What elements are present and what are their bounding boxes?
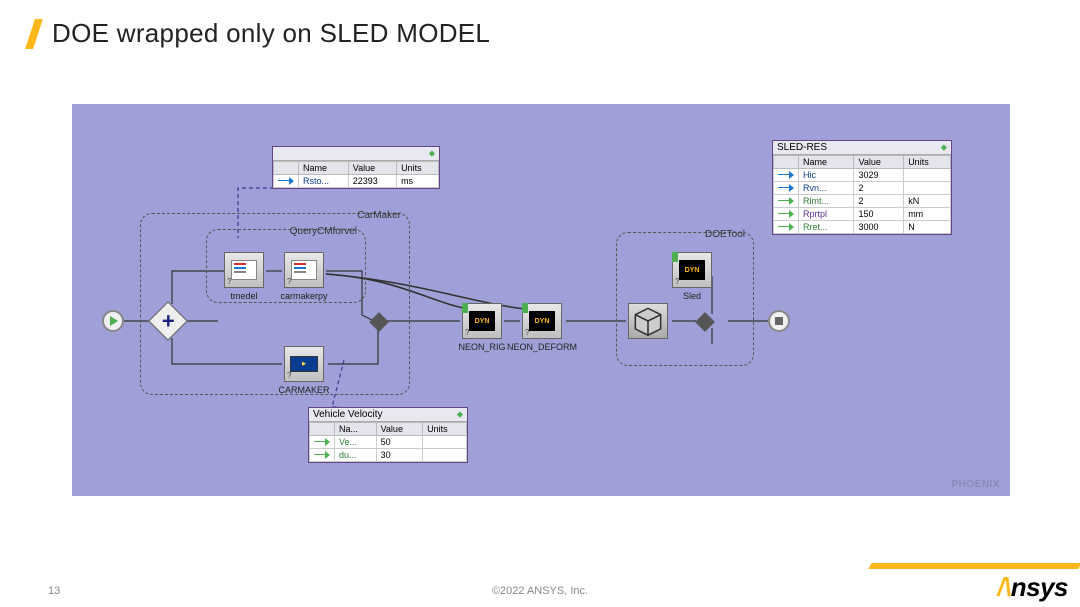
group-doe-label: DOETool xyxy=(705,229,745,240)
tooltip-sled-res[interactable]: SLED-RES ⬥ NameValueUnits Hic3029 Rvn...2… xyxy=(772,140,952,235)
title-bar: DOE wrapped only on SLED MODEL xyxy=(30,18,490,49)
title-accent-icon xyxy=(25,19,43,49)
copyright: ©2022 ANSYS, Inc. xyxy=(492,585,588,597)
node-neon-rig[interactable]: ? DYN NEON_RIG xyxy=(462,303,502,339)
node-neon-rig-label: NEON_RIG xyxy=(458,342,505,352)
node-tmedel-label: tmedel xyxy=(230,291,257,301)
node-neon-deform[interactable]: ? DYN NEON_DEFORM xyxy=(522,303,562,339)
node-neon-deform-label: NEON_DEFORM xyxy=(507,342,577,352)
footer: 13 ©2022 ANSYS, Inc. /\nsys xyxy=(0,563,1080,607)
tooltip-runtime-table: NameValueUnits Rsto...22393ms xyxy=(273,161,439,188)
node-tmedel[interactable]: ? tmedel xyxy=(224,252,264,288)
tooltip-velocity[interactable]: Vehicle Velocity ⬥ Na...ValueUnits Ve...5… xyxy=(308,407,468,463)
pin-icon[interactable]: ⬥ xyxy=(457,409,463,420)
end-node[interactable] xyxy=(768,310,790,332)
group-carmaker-label: CarMaker xyxy=(357,210,401,221)
footer-accent-icon xyxy=(868,563,1080,569)
watermark-phoenix: PHOENIX xyxy=(951,479,1000,490)
node-carmakerpy[interactable]: ? carmakerpy xyxy=(284,252,324,288)
group-query-label: QueryCMforvel xyxy=(290,226,357,237)
node-sled[interactable]: ? DYN Sled xyxy=(672,252,712,288)
tooltip-runtime[interactable]: ⬥ NameValueUnits Rsto...22393ms xyxy=(272,146,440,189)
slide-title: DOE wrapped only on SLED MODEL xyxy=(52,18,490,49)
ansys-logo: /\nsys xyxy=(997,572,1068,603)
tooltip-velocity-title: Vehicle Velocity xyxy=(313,409,383,420)
pin-icon[interactable]: ⬥ xyxy=(941,142,947,153)
tooltip-velocity-table: Na...ValueUnits Ve...50 du...30 xyxy=(309,422,467,462)
tooltip-sled-title: SLED-RES xyxy=(777,142,827,153)
node-sled-label: Sled xyxy=(683,291,701,301)
node-carmaker[interactable]: ?▶ CARMAKER xyxy=(284,346,324,382)
tooltip-sled-table: NameValueUnits Hic3029 Rvn...2 Rlmt...2k… xyxy=(773,155,951,234)
pin-icon[interactable]: ⬥ xyxy=(429,148,435,159)
start-node[interactable] xyxy=(102,310,124,332)
node-carmaker-label: CARMAKER xyxy=(278,385,329,395)
workflow-canvas[interactable]: + CarMaker QueryCMforvel ? tmedel ? carm… xyxy=(72,104,1010,496)
page-number: 13 xyxy=(48,585,60,597)
node-carmakerpy-label: carmakerpy xyxy=(280,291,327,301)
